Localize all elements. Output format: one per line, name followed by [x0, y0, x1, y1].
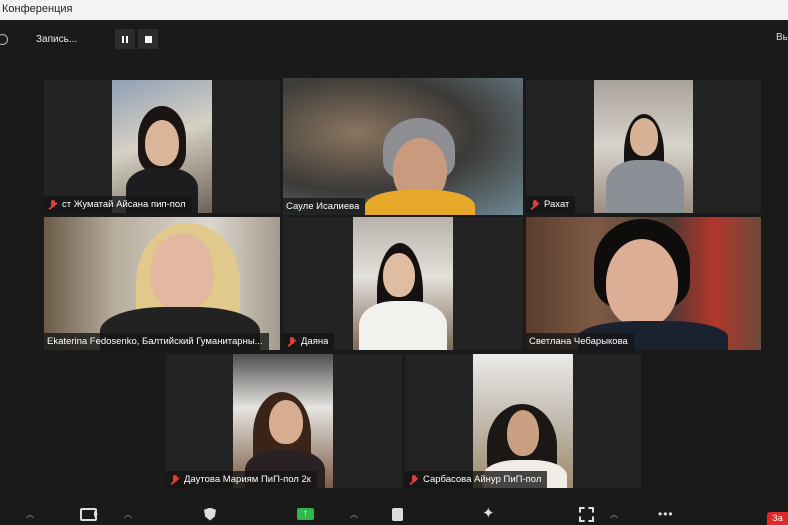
- capture-options-caret-icon[interactable]: ︿: [610, 507, 618, 521]
- participant-name-bar: Светлана Чебарыкова: [526, 333, 634, 350]
- shield-icon: [204, 507, 216, 521]
- window-title: Конференция: [2, 3, 73, 15]
- video-camera-icon: [80, 507, 98, 521]
- muted-mic-icon: [169, 474, 181, 486]
- video-tile-4[interactable]: Ekaterina Fedosenko, Балтийский Гуманита…: [44, 217, 280, 350]
- participant-video: [473, 354, 573, 488]
- participant-name: Рахат: [544, 199, 570, 210]
- end-meeting-button[interactable]: За: [767, 512, 788, 525]
- video-tile-3[interactable]: Рахат: [526, 80, 761, 213]
- video-tile-2[interactable]: Сауле Исалиева: [283, 78, 523, 215]
- recording-label: Запись...: [36, 33, 78, 45]
- more-button[interactable]: •••: [658, 507, 674, 521]
- participant-name-bar: Рахат: [526, 196, 576, 213]
- participant-name: Сауле Исалиева: [286, 201, 360, 212]
- pause-recording-button[interactable]: [115, 29, 135, 49]
- sparkle-icon: ✦: [482, 505, 495, 522]
- video-tile-1[interactable]: ст Жуматай Айсана пип-пол: [44, 80, 280, 213]
- participant-name: Светлана Чебарыкова: [529, 336, 628, 347]
- participant-name-bar: ст Жуматай Айсана пип-пол: [44, 196, 192, 213]
- participant-name-bar: Даяна: [283, 333, 335, 350]
- capture-button[interactable]: [579, 506, 594, 522]
- more-dots-icon: •••: [658, 507, 674, 521]
- video-options-caret-icon[interactable]: ︿: [124, 507, 132, 521]
- participant-video: [353, 217, 453, 350]
- video-tile-8[interactable]: Сарбасова Айнур ПиП-пол: [405, 354, 641, 488]
- stop-icon: [144, 35, 152, 43]
- participant-video: [594, 80, 693, 213]
- participant-video: [112, 80, 212, 213]
- video-tile-6[interactable]: Светлана Чебарыкова: [526, 217, 761, 350]
- ai-companion-button[interactable]: ✦: [482, 505, 495, 522]
- video-grid: ст Жуматай Айсана пип-пол Сауле Исалиева…: [0, 56, 788, 501]
- share-options-caret-icon[interactable]: ︿: [350, 507, 358, 521]
- meeting-top-bar: Запись... Вы: [0, 20, 788, 56]
- title-bar: Конференция: [0, 0, 788, 20]
- notes-button[interactable]: [392, 507, 403, 521]
- stop-recording-button[interactable]: [138, 29, 158, 49]
- security-button[interactable]: [204, 507, 216, 521]
- participant-name-bar: Ekaterina Fedosenko, Балтийский Гуманита…: [44, 333, 269, 350]
- share-screen-button[interactable]: ↑: [297, 507, 314, 521]
- document-icon: [392, 507, 403, 521]
- participant-name: Ekaterina Fedosenko, Балтийский Гуманита…: [47, 336, 263, 347]
- view-button[interactable]: Вы: [776, 32, 788, 43]
- participant-name: Даутова Мариям ПиП-пол 2к: [184, 474, 311, 485]
- recording-indicator: Запись...: [0, 29, 158, 49]
- video-tile-7[interactable]: Даутова Мариям ПиП-пол 2к: [166, 354, 402, 488]
- participant-name: Сарбасова Айнур ПиП-пол: [423, 474, 542, 485]
- participant-name-bar: Сауле Исалиева: [283, 198, 366, 215]
- pause-icon: [122, 35, 128, 43]
- muted-mic-icon: [408, 474, 420, 486]
- participant-name: ст Жуматай Айсана пип-пол: [62, 199, 186, 210]
- participant-video: [44, 217, 280, 350]
- frame-capture-icon: [579, 506, 594, 522]
- meeting-toolbar: ︿ ︿ ↑ ︿ ✦ ︿ •••: [0, 501, 788, 525]
- muted-mic-icon: [529, 199, 541, 211]
- video-tile-5[interactable]: Даяна: [283, 217, 523, 350]
- audio-options-caret-icon[interactable]: ︿: [26, 507, 34, 521]
- share-screen-icon: ↑: [297, 508, 314, 520]
- muted-mic-icon: [286, 336, 298, 348]
- participant-video: [283, 78, 523, 215]
- participant-name-bar: Сарбасова Айнур ПиП-пол: [405, 471, 548, 488]
- participant-video: [233, 354, 333, 488]
- participant-video: [526, 217, 761, 350]
- muted-mic-icon: [47, 199, 59, 211]
- participant-name-bar: Даутова Мариям ПиП-пол 2к: [166, 471, 317, 488]
- recording-dot-icon: [0, 33, 8, 45]
- participant-name: Даяна: [301, 336, 329, 347]
- video-button[interactable]: [80, 507, 98, 521]
